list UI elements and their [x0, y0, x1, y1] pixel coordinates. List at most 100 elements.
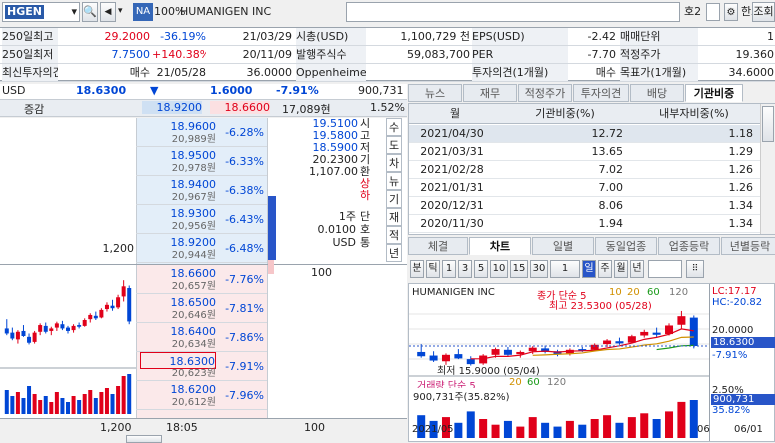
tab-lower[interactable]: 차트 — [469, 237, 531, 255]
side-tab[interactable]: 기 — [386, 190, 402, 208]
search-icon[interactable]: 🔍 — [82, 2, 98, 22]
info-value: 1,107.00 — [309, 166, 358, 178]
chart-period-button[interactable]: 15 — [510, 260, 528, 278]
mini-volume-bar — [88, 390, 93, 414]
zg-label: 증감 — [24, 103, 45, 116]
tab-lower[interactable]: 업종등락 — [658, 237, 720, 255]
mini-volume-bar — [116, 386, 121, 414]
side-tab[interactable]: 차 — [386, 154, 402, 172]
summary-cell: -7.70 — [587, 48, 616, 61]
tab-info[interactable]: 투자의견 — [573, 84, 629, 102]
orderbook-qty — [270, 293, 332, 310]
mini-candle-body — [32, 332, 37, 342]
table-cell: 1.34 — [728, 217, 754, 230]
last-price-marker: 18.6300 — [711, 337, 775, 348]
row-divider — [0, 81, 775, 82]
summary-cell: -2.42 — [587, 30, 616, 43]
orderbook-rate: -6.48% — [225, 242, 264, 255]
side-tab[interactable]: 적 — [386, 226, 402, 244]
table-cell: 7.00 — [598, 181, 624, 194]
chart-period-button[interactable]: 1 — [550, 260, 580, 278]
orderbook-rate: -6.43% — [225, 213, 264, 226]
chart-period-button[interactable]: 30 — [530, 260, 548, 278]
chart-period-button[interactable]: 일 — [582, 260, 596, 278]
currency-label: USD — [2, 84, 26, 97]
bid-volume-bar — [268, 260, 274, 274]
code-input[interactable]: HGEN ▾ — [2, 2, 80, 22]
mini-candle-body — [38, 325, 43, 332]
side-tab[interactable]: 도 — [386, 136, 402, 154]
tab-lower[interactable]: 체결 — [408, 237, 468, 255]
tab-info[interactable]: 배당 — [630, 84, 684, 102]
candle-body — [417, 351, 426, 357]
grid-icon[interactable]: ⠿ — [686, 260, 704, 278]
window-icon[interactable] — [706, 3, 720, 21]
speaker-icon[interactable]: ◀ — [100, 2, 116, 22]
mini-volume-bar — [38, 400, 43, 414]
volume-bar — [627, 417, 636, 438]
orderbook-header: 증감 18.9200 18.6600 17,089현 1.52% — [0, 100, 407, 117]
side-tab[interactable]: 재 — [386, 208, 402, 226]
tab-lower[interactable]: 동일업종 — [595, 237, 657, 255]
summary-cell: 29.2000 — [104, 30, 151, 43]
mini-candle-body — [54, 323, 59, 328]
unit-label: 통 — [360, 236, 371, 249]
ma-120: 120 — [669, 287, 689, 298]
mini-candle-body — [82, 320, 87, 326]
table-scrollbar[interactable] — [760, 104, 775, 234]
table-cell: 8.06 — [598, 199, 624, 212]
mini-candle-body — [77, 325, 82, 327]
candle-body — [603, 340, 612, 345]
gear-icon[interactable]: ⚙ — [724, 3, 738, 21]
table-header[interactable]: 월 — [409, 105, 501, 122]
summary-cell: 매수 — [129, 66, 150, 79]
chart-period-button[interactable]: 틱 — [426, 260, 440, 278]
scroll-thumb[interactable] — [762, 106, 774, 142]
table-cell: 1.34 — [728, 199, 754, 212]
chart-period-button[interactable]: 10 — [490, 260, 508, 278]
table-cell: 12.72 — [591, 127, 624, 140]
unit-value: 1주 — [338, 210, 356, 223]
side-tab[interactable]: 년 — [386, 244, 402, 262]
table-row[interactable]: 2021/03/31 13.65 1.29 — [409, 143, 760, 161]
query-button[interactable]: 조회 — [752, 2, 775, 22]
table-row[interactable]: 2020/11/30 1.94 1.34 — [409, 215, 760, 233]
table-header[interactable]: 내부자비중(%) — [629, 105, 759, 122]
table-header[interactable]: 기관비중(%) — [501, 105, 629, 122]
chevron-down-icon[interactable]: ▾ — [118, 6, 123, 16]
chart-toolbar: 분 틱 1 3 5 10 15 30 1 일 주 월 년 ⠿ — [408, 258, 775, 280]
side-tab[interactable]: 뉴 — [386, 172, 402, 190]
volume-bar — [603, 415, 612, 438]
info-value: 19.5100 — [312, 118, 359, 130]
volume-bar — [665, 411, 674, 438]
orderbook-qty: 1,200 — [102, 242, 135, 255]
side-tab[interactable]: 수 — [386, 118, 402, 136]
chart-period-button[interactable]: 1 — [442, 260, 456, 278]
date-input[interactable] — [648, 260, 682, 278]
tab-info[interactable]: 적정주가 — [518, 84, 572, 102]
dropdown-icon[interactable]: ▾ — [71, 5, 77, 18]
tab-lower[interactable]: 년별등락 — [721, 237, 775, 255]
chart-period-button[interactable]: 년 — [630, 260, 644, 278]
summary-cell: EPS(USD) — [472, 28, 568, 45]
table-cell: 2021/04/30 — [420, 127, 484, 140]
current-price: 18.6300 — [76, 84, 127, 97]
chart-period-button[interactable]: 월 — [614, 260, 628, 278]
code-text: HGEN — [5, 5, 44, 19]
tab-info[interactable]: 기관비중 — [685, 84, 743, 102]
table-row[interactable]: 2021/01/31 7.00 1.26 — [409, 179, 760, 197]
chart-period-button[interactable]: 5 — [474, 260, 488, 278]
summary-cell: 59,083,700 — [407, 48, 470, 61]
tab-info[interactable]: 재무 — [463, 84, 517, 102]
chart-period-button[interactable]: 주 — [598, 260, 612, 278]
chart-period-button[interactable]: 분 — [410, 260, 424, 278]
mini-volume-bar — [110, 394, 115, 414]
table-row[interactable]: 2021/02/28 7.02 1.26 — [409, 161, 760, 179]
mini-volume-bar — [99, 392, 104, 414]
vol-right-pct: 35.82% — [712, 405, 751, 416]
table-row[interactable]: 2021/04/30 12.72 1.18 — [409, 125, 760, 143]
tab-info[interactable]: 뉴스 — [408, 84, 462, 102]
table-row[interactable]: 2020/12/31 8.06 1.34 — [409, 197, 760, 215]
chart-period-button[interactable]: 3 — [458, 260, 472, 278]
tab-lower[interactable]: 일별 — [532, 237, 594, 255]
